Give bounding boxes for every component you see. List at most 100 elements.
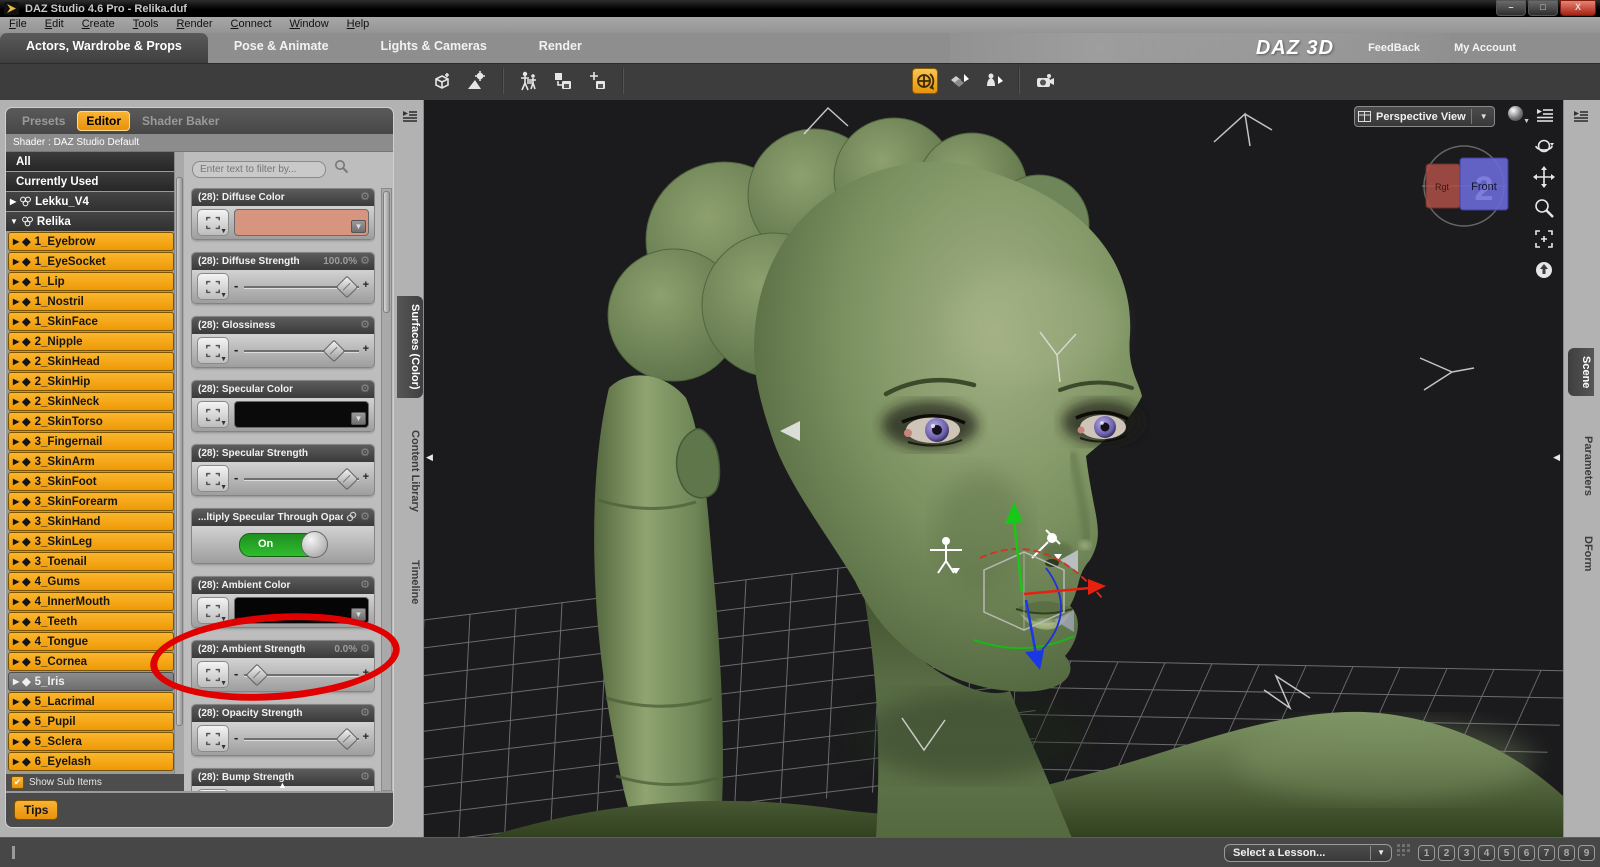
surface-item[interactable]: ▶ ◆ 3_SkinHand: [8, 512, 174, 531]
menu-connect[interactable]: Connect: [222, 17, 281, 31]
slider[interactable]: -+: [234, 662, 369, 687]
surface-item[interactable]: ▶ ◆ 3_Toenail: [8, 552, 174, 571]
node-item[interactable]: ▶ Lekku_V4: [6, 192, 175, 211]
surface-list-scrollbar[interactable]: [174, 152, 184, 774]
gear-icon[interactable]: ⚙: [360, 580, 370, 591]
slider-handle[interactable]: [335, 275, 358, 299]
expand-arrow-icon[interactable]: ▶: [13, 617, 19, 626]
side-tab-parameters[interactable]: Parameters: [1568, 428, 1596, 504]
maximize-button[interactable]: □: [1528, 0, 1558, 16]
slider-handle[interactable]: [335, 467, 358, 491]
expand-arrow-icon[interactable]: ▶: [13, 237, 19, 246]
figure-pair-icon[interactable]: [516, 68, 542, 94]
expand-arrow-icon[interactable]: ▶: [13, 577, 19, 586]
lesson-number-button[interactable]: 6: [1518, 844, 1535, 861]
list-item-currently-used[interactable]: Currently Used: [6, 172, 175, 191]
camera-selector[interactable]: Perspective View ▼: [1354, 106, 1495, 127]
gear-icon[interactable]: ⚙: [360, 512, 370, 523]
expand-arrow-icon[interactable]: ▶: [13, 537, 19, 546]
surface-item[interactable]: ▶ ◆ 1_Nostril: [8, 292, 174, 311]
pan-view-icon[interactable]: [1532, 165, 1556, 189]
gear-icon[interactable]: ⚙: [360, 772, 370, 783]
expand-arrow-icon[interactable]: ▶: [13, 757, 19, 766]
expand-arrow-icon[interactable]: ▶: [10, 197, 16, 206]
expand-arrow-icon[interactable]: ▶: [13, 317, 19, 326]
expand-arrow-icon[interactable]: ▶: [13, 417, 19, 426]
expand-arrow-icon[interactable]: ▼: [10, 217, 18, 226]
image-map-button[interactable]: ▼: [197, 789, 229, 791]
image-map-button[interactable]: ▼: [197, 337, 229, 364]
list-item-all[interactable]: All: [6, 152, 175, 171]
expand-arrow-icon[interactable]: ▶: [13, 557, 19, 566]
link-icon[interactable]: [346, 509, 357, 527]
slider[interactable]: -+: [234, 790, 369, 791]
expand-arrow-icon[interactable]: ▶: [13, 597, 19, 606]
close-button[interactable]: X: [1560, 0, 1596, 16]
menu-render[interactable]: Render: [167, 17, 221, 31]
expand-arrow-icon[interactable]: ▶: [13, 357, 19, 366]
lesson-number-button[interactable]: 7: [1538, 844, 1555, 861]
image-map-button[interactable]: ▼: [197, 661, 229, 688]
gear-icon[interactable]: ⚙: [360, 320, 370, 331]
panel-menu-icon[interactable]: [401, 108, 419, 129]
image-map-button[interactable]: ▼: [197, 725, 229, 752]
expand-arrow-icon[interactable]: ▶: [13, 497, 19, 506]
surface-item[interactable]: ▶ ◆ 5_Iris: [8, 672, 174, 691]
surface-item[interactable]: ▶ ◆ 2_SkinTorso: [8, 412, 174, 431]
slider[interactable]: -+: [234, 338, 369, 363]
right-panel-menu-icon[interactable]: [1572, 108, 1596, 129]
show-sub-items-checkbox[interactable]: ✔: [11, 776, 24, 789]
surface-item[interactable]: ▶ ◆ 5_Cornea: [8, 652, 174, 671]
activity-tab-lights-cameras[interactable]: Lights & Cameras: [355, 33, 513, 63]
on-off-toggle[interactable]: On: [239, 530, 328, 558]
scene-navigator-tool-icon[interactable]: [912, 68, 938, 94]
side-tab-dform[interactable]: DForm: [1568, 528, 1596, 579]
expand-arrow-icon[interactable]: ▶: [13, 397, 19, 406]
activity-tab-render[interactable]: Render: [513, 33, 608, 63]
gear-icon[interactable]: ⚙: [360, 256, 370, 267]
side-tab-scene[interactable]: Scene: [1568, 348, 1594, 397]
surface-item[interactable]: ▶ ◆ 3_SkinLeg: [8, 532, 174, 551]
surface-item[interactable]: ▶ ◆ 5_Sclera: [8, 732, 174, 751]
image-map-button[interactable]: ▼: [197, 209, 229, 236]
gear-icon[interactable]: ⚙: [360, 192, 370, 203]
lesson-number-button[interactable]: 4: [1478, 844, 1495, 861]
lesson-number-button[interactable]: 5: [1498, 844, 1515, 861]
surface-item[interactable]: ▶ ◆ 1_Eyebrow: [8, 232, 174, 251]
scroll-up-icon[interactable]: ▲: [278, 780, 287, 790]
surface-item[interactable]: ▶ ◆ 4_Gums: [8, 572, 174, 591]
lesson-number-button[interactable]: 1: [1418, 844, 1435, 861]
orbit-view-icon[interactable]: [1532, 134, 1556, 158]
lesson-number-button[interactable]: 2: [1438, 844, 1455, 861]
surface-item[interactable]: ▶ ◆ 2_SkinHip: [8, 372, 174, 391]
slider[interactable]: -+: [234, 726, 369, 751]
slider[interactable]: -+: [234, 274, 369, 299]
expand-arrow-icon[interactable]: ▶: [13, 337, 19, 346]
surface-item[interactable]: ▶ ◆ 3_Fingernail: [8, 432, 174, 451]
expand-arrow-icon[interactable]: ▶: [13, 717, 19, 726]
frame-view-icon[interactable]: [1532, 227, 1556, 251]
expand-arrow-icon[interactable]: ▶: [13, 477, 19, 486]
toggle-knob[interactable]: [301, 530, 328, 558]
pane-tab-presets[interactable]: Presets: [14, 112, 73, 130]
tips-button[interactable]: Tips: [14, 800, 59, 820]
menu-window[interactable]: Window: [281, 17, 338, 31]
image-map-button[interactable]: ▼: [197, 273, 229, 300]
surface-item[interactable]: ▶ ◆ 2_SkinHead: [8, 352, 174, 371]
surface-item[interactable]: ▶ ◆ 4_InnerMouth: [8, 592, 174, 611]
activity-tab-actors-wardrobe-props[interactable]: Actors, Wardrobe & Props: [0, 33, 208, 63]
expand-arrow-icon[interactable]: ▶: [13, 377, 19, 386]
camera-tool-icon[interactable]: [1032, 68, 1058, 94]
expand-arrow-icon[interactable]: ▶: [13, 737, 19, 746]
slider-handle[interactable]: [335, 727, 358, 751]
surface-item[interactable]: ▶ ◆ 5_Pupil: [8, 712, 174, 731]
color-swatch[interactable]: ▼: [234, 209, 369, 236]
save-pose-icon[interactable]: [550, 68, 576, 94]
node-selection-tool-icon[interactable]: [980, 68, 1006, 94]
3d-viewport[interactable]: 2 Rgt Front Perspective View ▼ ▼ ◀ ◀: [424, 100, 1563, 838]
expand-arrow-icon[interactable]: ▶: [13, 697, 19, 706]
surface-item[interactable]: ▶ ◆ 1_SkinFace: [8, 312, 174, 331]
gear-icon[interactable]: ⚙: [360, 644, 370, 655]
home-view-icon[interactable]: [1532, 258, 1556, 282]
side-tab-timeline[interactable]: Timeline: [395, 552, 423, 612]
